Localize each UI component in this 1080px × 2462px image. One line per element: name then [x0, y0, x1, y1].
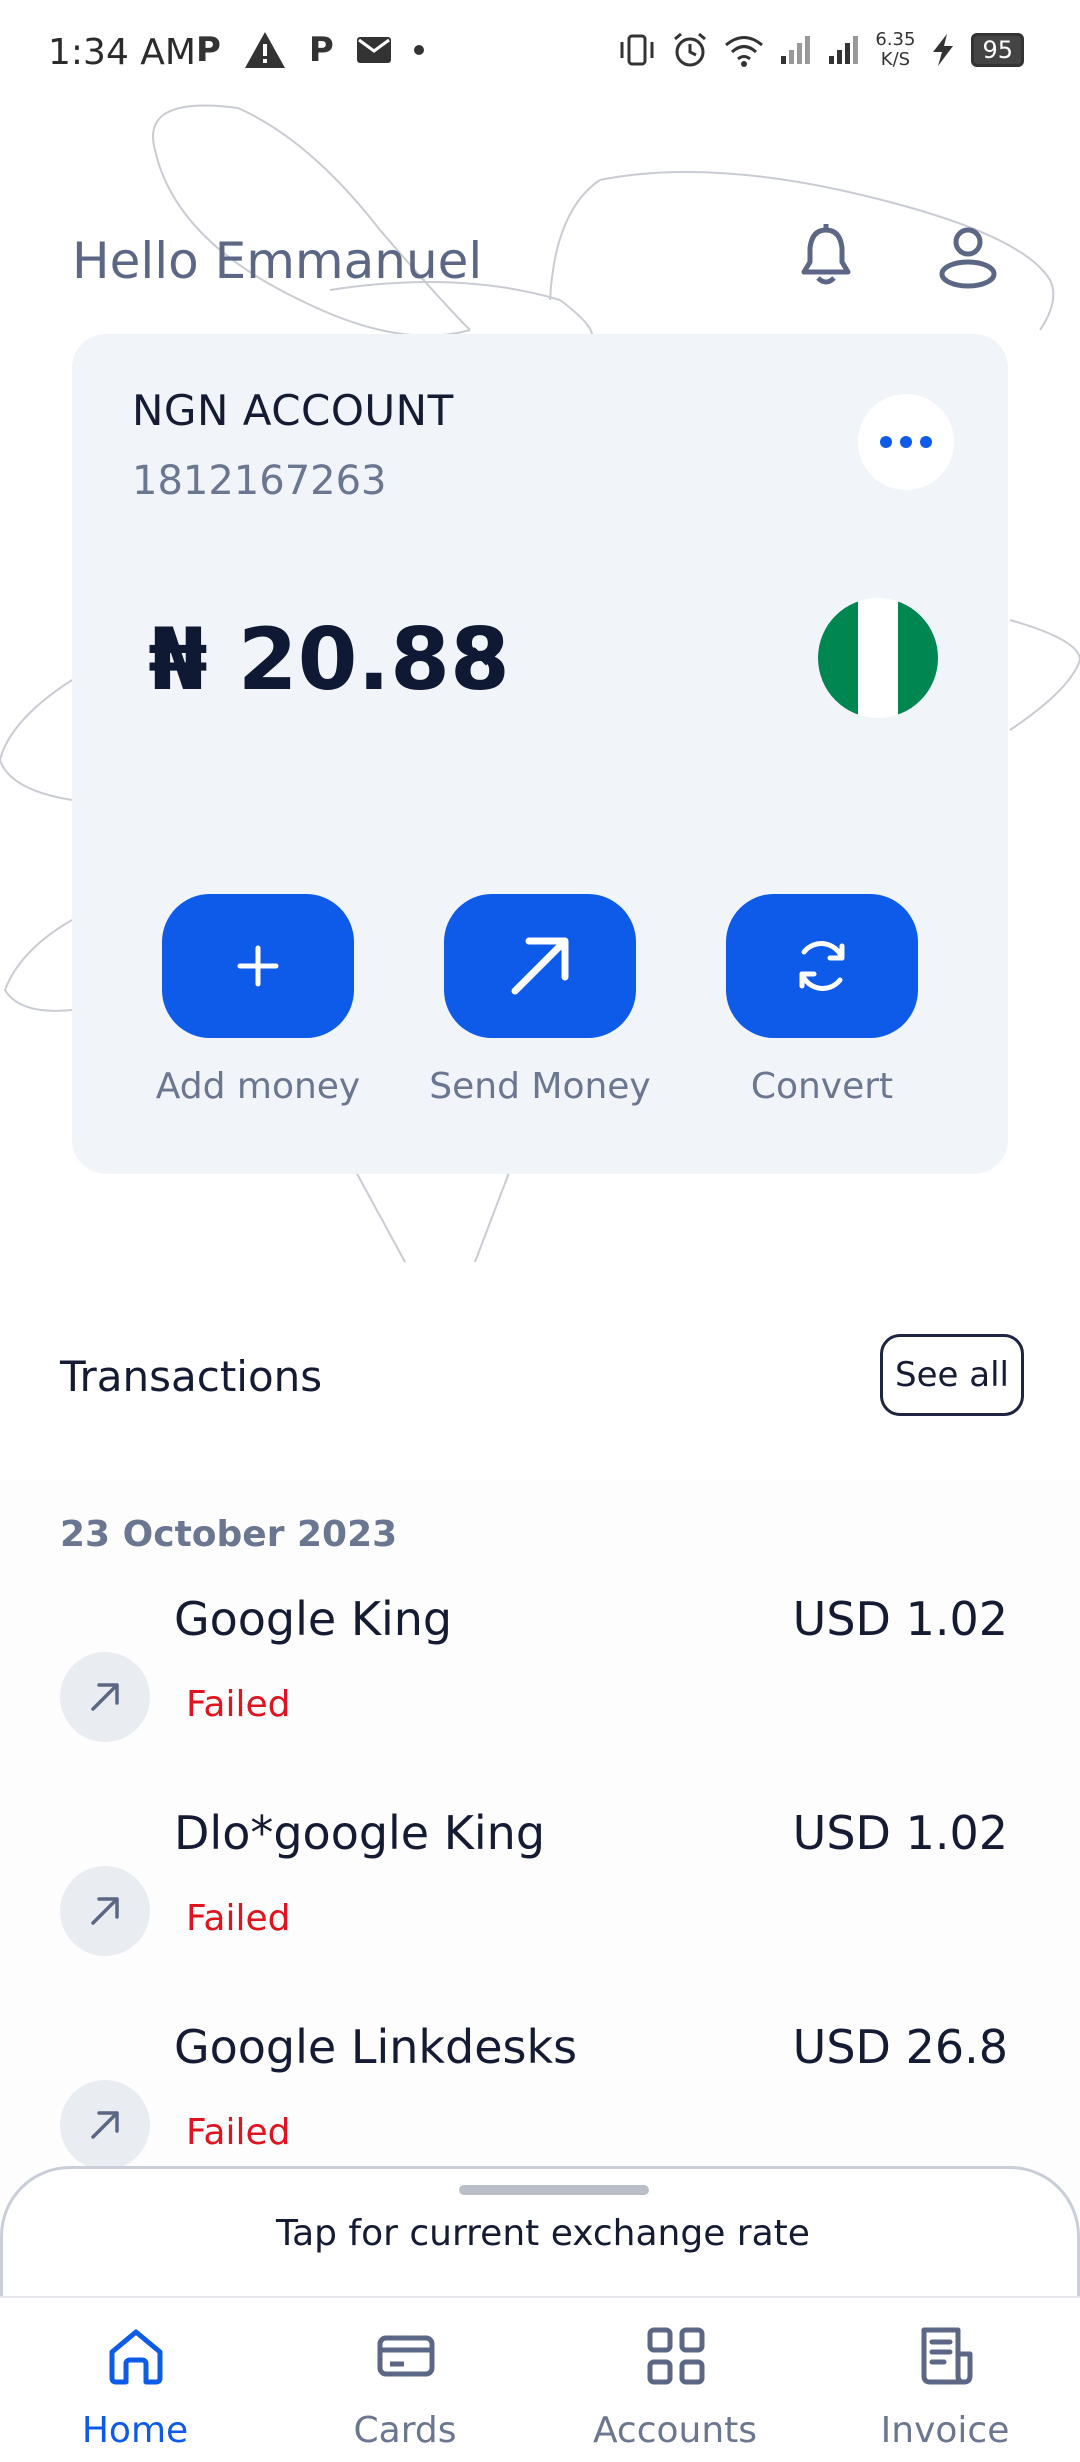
nav-invoice[interactable]: Invoice [810, 2298, 1080, 2462]
transaction-name: Dlo*google King [174, 1806, 546, 1860]
grid-icon [647, 2327, 705, 2385]
alarm-icon [674, 32, 707, 67]
more-dots-icon [880, 436, 932, 448]
system-icons: 6.35 K/S 95 [617, 30, 1024, 70]
transactions-title: Transactions [60, 1352, 323, 1401]
chevron-down-icon[interactable] [466, 636, 506, 676]
net-speed: 6.35 K/S [875, 29, 916, 70]
outgoing-arrow-icon [60, 2080, 150, 2170]
nav-accounts-label: Accounts [592, 2410, 758, 2451]
card-icon [377, 2335, 435, 2377]
invoice-icon [921, 2327, 973, 2385]
notification-icons: P P [196, 30, 424, 70]
greeting: Hello Emmanuel [72, 232, 483, 290]
battery-indicator: 95 [971, 33, 1024, 67]
bottom-navigation: Home Cards Accounts Invoice [0, 2296, 1080, 2462]
nav-cards-label: Cards [353, 2410, 457, 2451]
convert-button[interactable] [726, 894, 918, 1038]
warning-icon [244, 32, 285, 68]
nav-invoice-label: Invoice [880, 2410, 1010, 2451]
flag-stripe-middle [858, 598, 898, 718]
arrow-up-right-icon [511, 937, 569, 995]
signal-icon-2 [829, 36, 859, 64]
parking-icon-2: P [308, 30, 334, 70]
account-number[interactable]: 1812167263 [132, 458, 387, 504]
exchange-rate-sheet[interactable]: Tap for current exchange rate [0, 2166, 1080, 2296]
transaction-amount: USD 26.8 [792, 2020, 1008, 2074]
flag-stripe-left [818, 598, 858, 718]
dot-icon [413, 45, 424, 55]
parking-icon: P [196, 30, 221, 70]
flag-stripe-right [898, 598, 938, 718]
convert-label: Convert [750, 1066, 894, 1107]
nav-cards[interactable]: Cards [270, 2298, 540, 2462]
account-title: NGN ACCOUNT [132, 386, 454, 435]
plus-icon [237, 945, 279, 987]
profile-icon[interactable] [932, 220, 1004, 292]
transaction-amount: USD 1.02 [792, 1592, 1008, 1646]
vibrate-icon [620, 34, 654, 66]
outgoing-arrow-icon [60, 1652, 150, 1742]
charging-icon [933, 34, 954, 66]
outgoing-arrow-icon [60, 1866, 150, 1956]
add-money-button[interactable] [162, 894, 354, 1038]
refresh-icon [799, 941, 845, 991]
nav-home[interactable]: Home [0, 2298, 270, 2462]
transaction-status: Failed [186, 1898, 291, 1939]
transaction-row[interactable]: Dlo*google King USD 1.02 Failed [0, 1806, 1080, 2006]
transaction-name: Google King [174, 1592, 453, 1646]
home-icon [109, 2329, 163, 2385]
balance-amount: ₦ 20.88 [148, 610, 510, 710]
send-money-label: Send Money [429, 1066, 651, 1107]
transaction-date-header: 23 October 2023 [60, 1514, 398, 1555]
transaction-status: Failed [186, 2112, 291, 2153]
transaction-row[interactable]: Google King USD 1.02 Failed [0, 1592, 1080, 1792]
send-money-button[interactable] [444, 894, 636, 1038]
bell-icon[interactable] [790, 220, 862, 292]
transaction-amount: USD 1.02 [792, 1806, 1008, 1860]
wifi-icon [725, 36, 764, 67]
status-time: 1:34 AM [48, 32, 196, 73]
see-all-button[interactable]: See all [880, 1334, 1024, 1416]
transaction-name: Google Linkdesks [174, 2020, 578, 2074]
exchange-rate-text: Tap for current exchange rate [276, 2213, 810, 2254]
account-card: NGN ACCOUNT 1812167263 ₦ 20.88 Add money… [72, 334, 1008, 1174]
sheet-drag-handle[interactable] [459, 2185, 649, 2195]
nav-accounts[interactable]: Accounts [540, 2298, 810, 2462]
nav-home-label: Home [81, 2410, 189, 2451]
nigeria-flag-icon [818, 598, 938, 718]
more-options-button[interactable] [858, 394, 954, 490]
signal-icon [781, 36, 811, 64]
add-money-label: Add money [155, 1066, 361, 1107]
mail-icon [356, 37, 391, 63]
transaction-status: Failed [186, 1684, 291, 1725]
